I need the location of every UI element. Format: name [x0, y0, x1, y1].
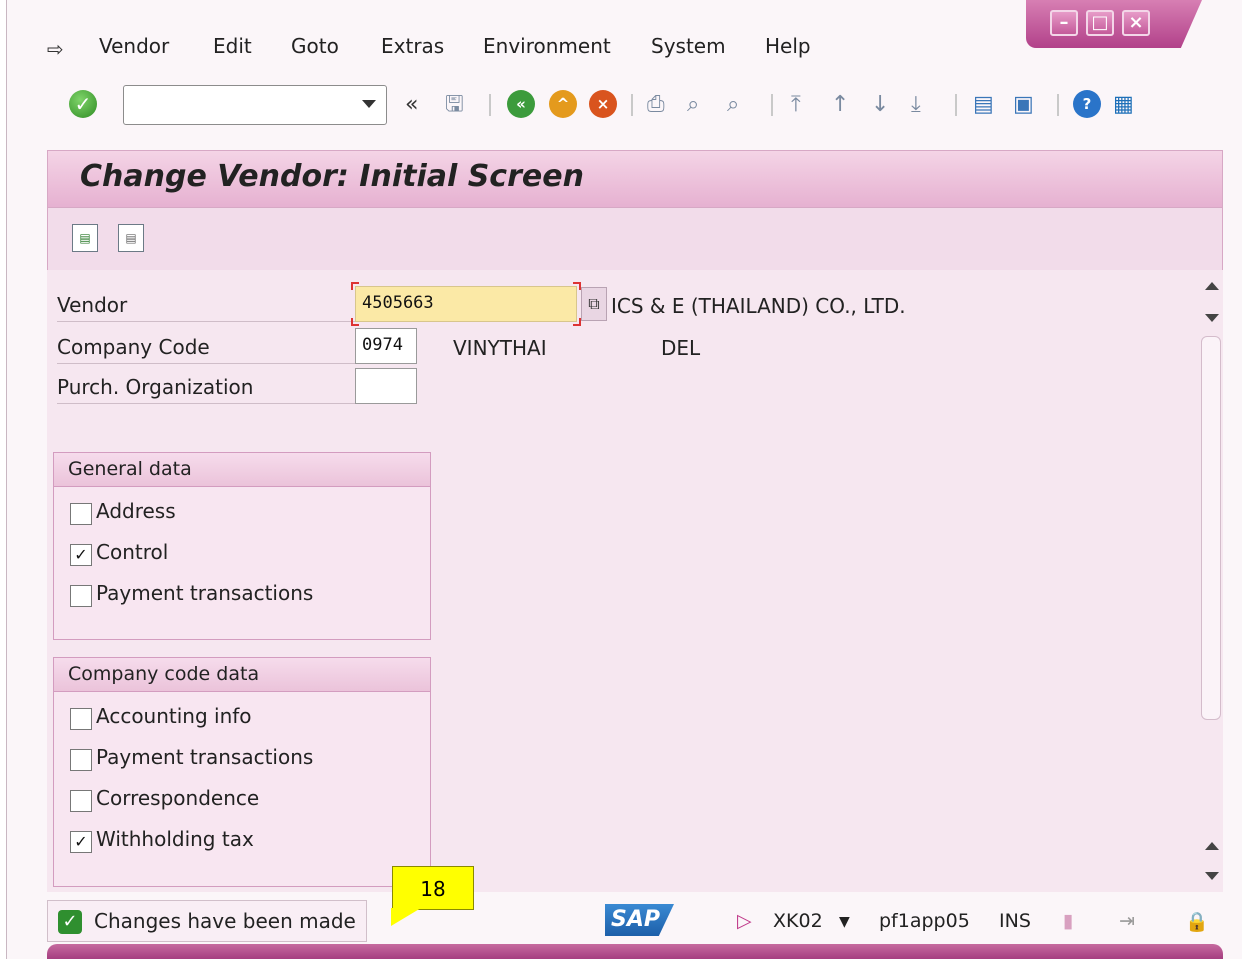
lock-icon[interactable]: 🔒: [1185, 910, 1209, 933]
payment-transactions-checkbox[interactable]: [70, 585, 92, 607]
group-header: General data: [54, 453, 430, 487]
company-code-input[interactable]: 0974: [355, 328, 417, 364]
cancel-icon[interactable]: ×: [589, 90, 617, 118]
scroll-up-icon[interactable]: [1205, 842, 1219, 850]
menu-help[interactable]: Help: [765, 34, 811, 58]
page-title: Change Vendor: Initial Screen: [80, 159, 584, 194]
status-message: Changes have been made: [94, 909, 356, 933]
command-field[interactable]: [123, 85, 387, 125]
chevron-down-icon[interactable]: ▼: [839, 914, 850, 930]
company-status: DEL: [661, 336, 701, 360]
address-checkbox[interactable]: [70, 503, 92, 525]
status-bar: ✓ Changes have been made SAP ▷ XK02 ▼ pf…: [47, 898, 1223, 944]
minimize-icon[interactable]: –: [1050, 10, 1078, 36]
window-controls: – □ ×: [1026, 0, 1202, 48]
next-page-icon[interactable]: ↓: [871, 92, 889, 118]
collapse-icon[interactable]: «: [405, 92, 418, 118]
separator: [771, 94, 773, 116]
first-page-icon[interactable]: ⤒: [791, 92, 801, 118]
sap-window: – □ × ⇨ Vendor Edit Goto Extras Environm…: [6, 0, 1242, 959]
menu-system[interactable]: System: [651, 34, 726, 58]
save-icon[interactable]: 🖫: [445, 92, 464, 118]
menu-edit[interactable]: Edit: [213, 34, 252, 58]
exit-icon[interactable]: ^: [549, 90, 577, 118]
performance-icon: ▮: [1063, 910, 1074, 932]
last-page-icon[interactable]: ⤓: [911, 92, 921, 118]
create-session-icon[interactable]: ▤: [973, 92, 994, 118]
focus-marker: [351, 318, 359, 326]
play-icon[interactable]: ▷: [737, 910, 752, 932]
accounting-info-checkbox[interactable]: [70, 708, 92, 730]
main-content: Vendor 4505663 ⧉ ICS & E (THAILAND) CO.,…: [47, 270, 1199, 892]
application-toolbar: ▤ ▤: [47, 208, 1223, 270]
vendor-input[interactable]: 4505663: [355, 286, 577, 322]
scroll-thumb[interactable]: [1201, 336, 1221, 720]
other-vendor-icon[interactable]: ▤: [72, 224, 98, 252]
enter-icon[interactable]: ✓: [69, 90, 97, 118]
display-icon[interactable]: ▤: [118, 224, 144, 252]
general-data-group: General data Address ✓ Control Payment t…: [53, 452, 431, 640]
menu-environment[interactable]: Environment: [483, 34, 611, 58]
checkbox-label: Address: [96, 499, 176, 523]
separator: [631, 94, 633, 116]
window-bottom-band: [47, 944, 1223, 959]
transaction-code[interactable]: XK02: [773, 910, 823, 932]
screen-title-bar: Change Vendor: Initial Screen: [47, 150, 1223, 208]
search-help-icon[interactable]: ⧉: [581, 287, 607, 321]
maximize-icon[interactable]: □: [1086, 10, 1114, 36]
callout-tail: [391, 908, 421, 926]
checkbox-label: Control: [96, 540, 169, 564]
group-header: Company code data: [54, 658, 430, 692]
close-icon[interactable]: ×: [1122, 10, 1150, 36]
find-icon[interactable]: ⌕: [687, 92, 699, 118]
print-icon[interactable]: ⎙: [647, 92, 665, 118]
checkbox-label: Correspondence: [96, 786, 260, 810]
separator: [1057, 94, 1059, 116]
withholding-tax-checkbox[interactable]: ✓: [70, 831, 92, 853]
correspondence-checkbox[interactable]: [70, 790, 92, 812]
vertical-scrollbar[interactable]: [1199, 270, 1223, 892]
separator: [955, 94, 957, 116]
layout-menu-icon[interactable]: ▦: [1113, 92, 1134, 118]
company-code-data-group: Company code data Accounting info Paymen…: [53, 657, 431, 887]
status-message-box[interactable]: ✓ Changes have been made: [47, 900, 367, 942]
shortcut-icon[interactable]: ▣: [1013, 92, 1034, 118]
scroll-down-icon[interactable]: [1205, 872, 1219, 880]
server-name: pf1app05: [879, 910, 970, 932]
chevron-down-icon[interactable]: [362, 100, 376, 108]
focus-marker: [351, 282, 359, 290]
back-icon[interactable]: «: [507, 90, 535, 118]
scroll-down-icon[interactable]: [1205, 314, 1219, 322]
checkbox-label: Payment transactions: [96, 581, 314, 605]
callout-badge: 18: [392, 866, 474, 910]
vendor-description: ICS & E (THAILAND) CO., LTD.: [611, 294, 906, 318]
checkbox-label: Payment transactions: [96, 745, 314, 769]
checkbox-label: Accounting info: [96, 704, 252, 728]
menu-goto[interactable]: Goto: [291, 34, 339, 58]
standard-toolbar: ✓ « 🖫 « ^ × ⎙ ⌕ ⌕ ⤒ ↑ ↓ ⤓ ▤ ▣ ? ▦: [7, 80, 1242, 130]
help-icon[interactable]: ?: [1073, 90, 1101, 118]
purch-org-label: Purch. Organization: [57, 370, 355, 404]
previous-page-icon[interactable]: ↑: [831, 92, 849, 118]
menu-exit-icon[interactable]: ⇨: [47, 37, 64, 61]
vendor-label: Vendor: [57, 288, 355, 322]
company-code-label: Company Code: [57, 330, 355, 364]
checkbox-label: Withholding tax: [96, 827, 254, 851]
focus-marker: [573, 318, 581, 326]
company-name: VINYTHAI: [453, 336, 547, 360]
separator: [489, 94, 491, 116]
control-checkbox[interactable]: ✓: [70, 544, 92, 566]
insert-mode[interactable]: INS: [999, 910, 1031, 932]
find-next-icon[interactable]: ⌕: [727, 92, 739, 118]
scroll-up-icon[interactable]: [1205, 282, 1219, 290]
menu-extras[interactable]: Extras: [381, 34, 444, 58]
focus-marker: [573, 282, 581, 290]
sap-logo: SAP: [605, 904, 674, 936]
payment-transactions-checkbox[interactable]: [70, 749, 92, 771]
tab-icon: ⇥: [1119, 910, 1135, 932]
menu-vendor[interactable]: Vendor: [99, 34, 169, 58]
success-icon: ✓: [58, 910, 82, 934]
purch-org-input[interactable]: [355, 368, 417, 404]
